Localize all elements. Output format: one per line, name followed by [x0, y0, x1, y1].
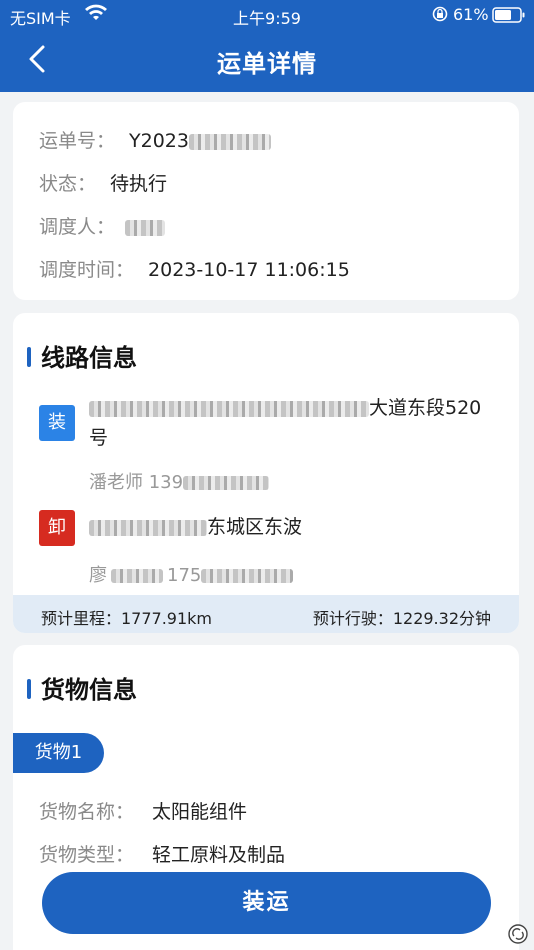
cargo-type-value: 轻工原料及制品	[152, 844, 286, 866]
dispatcher-label: 调度人：	[39, 216, 116, 238]
redacted-unload-name	[111, 569, 163, 583]
unload-contact: 廖 175	[89, 561, 294, 587]
load-address: 大道东段520 号	[89, 393, 481, 453]
unload-address: 东城区东波	[89, 512, 302, 542]
page-title: 运单详情	[217, 50, 317, 78]
section-accent-bar	[27, 679, 31, 699]
redacted-load-phone	[183, 476, 270, 490]
cargo-title-text: 货物信息	[41, 676, 137, 704]
status-value: 待执行	[110, 173, 168, 195]
unload-contact-name: 廖	[89, 565, 107, 586]
route-summary-bar: 预计里程：1777.91km 预计行驶：1229.32分钟	[13, 595, 519, 633]
load-contact-name: 潘老师	[89, 472, 143, 493]
cargo-section-title: 货物信息	[27, 670, 137, 705]
battery-icon	[492, 7, 525, 23]
redacted-unload-address	[89, 519, 207, 536]
section-accent-bar	[27, 347, 31, 367]
status-row: 状态： 待执行	[39, 169, 167, 196]
waybill-number-label: 运单号：	[39, 130, 116, 152]
status-bar: 无SIM卡 上午9:59 61%	[0, 0, 534, 30]
waybill-info-card: 运单号： Y2023 状态： 待执行 调度人： 调度时间： 2023-10-17 11…	[13, 102, 519, 300]
top-bar: 无SIM卡 上午9:59 61% 运单详情	[0, 0, 534, 92]
ship-button[interactable]: 装运	[42, 872, 491, 934]
unload-tag: 卸	[39, 510, 75, 546]
status-label: 状态：	[39, 173, 97, 195]
dispatch-time-value: 2023-10-17 11:06:15	[148, 259, 350, 281]
rotation-lock-icon	[432, 6, 448, 22]
redacted-load-address	[89, 400, 369, 417]
dispatch-time-label: 调度时间：	[39, 259, 135, 281]
cargo-name-value: 太阳能组件	[152, 801, 248, 823]
translate-icon[interactable]	[508, 924, 528, 944]
cargo-type-label: 货物类型：	[39, 844, 135, 866]
battery-percentage: 61%	[453, 5, 489, 24]
waybill-number-row: 运单号： Y2023	[39, 126, 271, 153]
route-info-card: 线路信息 装 大道东段520 号 潘老师 139 卸 东城区东波 廖 175 预计…	[13, 313, 519, 633]
unload-address-tail: 东城区东波	[207, 516, 303, 538]
cargo-type-row: 货物类型： 轻工原料及制品	[39, 840, 285, 867]
cargo-name-row: 货物名称： 太阳能组件	[39, 797, 247, 824]
load-address-line2: 号	[89, 427, 109, 449]
dispatcher-row: 调度人：	[39, 212, 166, 239]
estimated-duration: 预计行驶：1229.32分钟	[312, 609, 491, 628]
cargo-name-label: 货物名称：	[39, 801, 135, 823]
cargo-tab-1[interactable]: 货物1	[13, 733, 104, 773]
route-section-title: 线路信息	[27, 338, 137, 373]
load-contact-phone: 139	[148, 472, 184, 493]
load-tag: 装	[39, 405, 75, 441]
redacted-unload-phone	[201, 569, 294, 583]
load-contact: 潘老师 139	[89, 468, 270, 494]
estimated-distance: 预计里程：1777.91km	[41, 609, 213, 628]
waybill-number-value: Y2023	[129, 130, 189, 152]
redacted-number	[188, 133, 271, 150]
dispatch-time-row: 调度时间： 2023-10-17 11:06:15	[39, 255, 350, 282]
redacted-dispatcher	[125, 219, 166, 236]
unload-contact-phone: 175	[167, 565, 202, 586]
load-address-tail: 大道东段520	[369, 397, 482, 419]
route-title-text: 线路信息	[41, 344, 137, 372]
